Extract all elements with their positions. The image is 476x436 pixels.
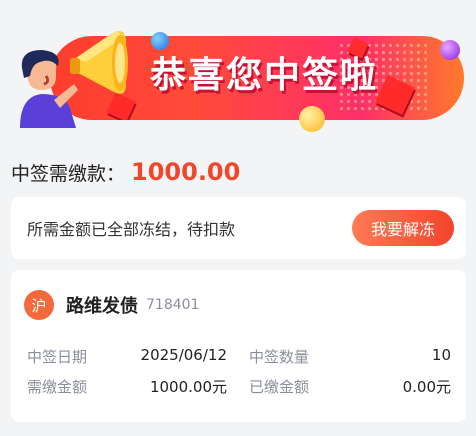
paid-amount-label: 已缴金额 [249, 378, 310, 396]
due-amount-value: 1000.00元 [149, 378, 227, 396]
banner-ball-decoration [299, 106, 325, 132]
win-date-value: 2025/06/12 [140, 346, 227, 364]
freeze-notice-card: 所需金额已全部冻结，待扣款 我要解冻 [11, 197, 466, 259]
freeze-notice-text: 所需金额已全部冻结，待扣款 [27, 220, 236, 239]
payment-amount-line: 中签需缴款： 1000.00 [11, 158, 240, 186]
megaphone-icon [70, 31, 128, 94]
detail-row: 中签日期 2025/06/12 中签数量 10 [27, 346, 451, 368]
banner-title: 恭喜您中签啦 [150, 55, 379, 96]
person-illustration [20, 50, 78, 128]
payment-amount: 1000.00 [131, 158, 241, 186]
stock-detail-card: 沪 路维发债 718401 中签日期 2025/06/12 中签数量 10 需缴… [11, 270, 466, 422]
stock-header: 沪 路维发债 718401 [24, 290, 199, 320]
paid-amount-value: 0.00元 [402, 378, 451, 396]
banner-ball-decoration [151, 32, 169, 50]
win-count-value: 10 [431, 346, 451, 364]
market-badge: 沪 [24, 290, 54, 320]
payment-label: 中签需缴款： [11, 163, 126, 185]
stock-code: 718401 [146, 297, 200, 313]
due-amount-label: 需缴金额 [27, 378, 88, 396]
congrats-banner: 恭喜您中签啦 [14, 28, 464, 132]
detail-row: 需缴金额 1000.00元 已缴金额 0.00元 [27, 376, 451, 398]
win-date-label: 中签日期 [27, 348, 88, 366]
win-count-label: 中签数量 [249, 348, 310, 366]
stock-name: 路维发债 [66, 296, 138, 317]
unfreeze-button[interactable]: 我要解冻 [352, 210, 454, 246]
banner-ball-decoration [440, 40, 460, 60]
